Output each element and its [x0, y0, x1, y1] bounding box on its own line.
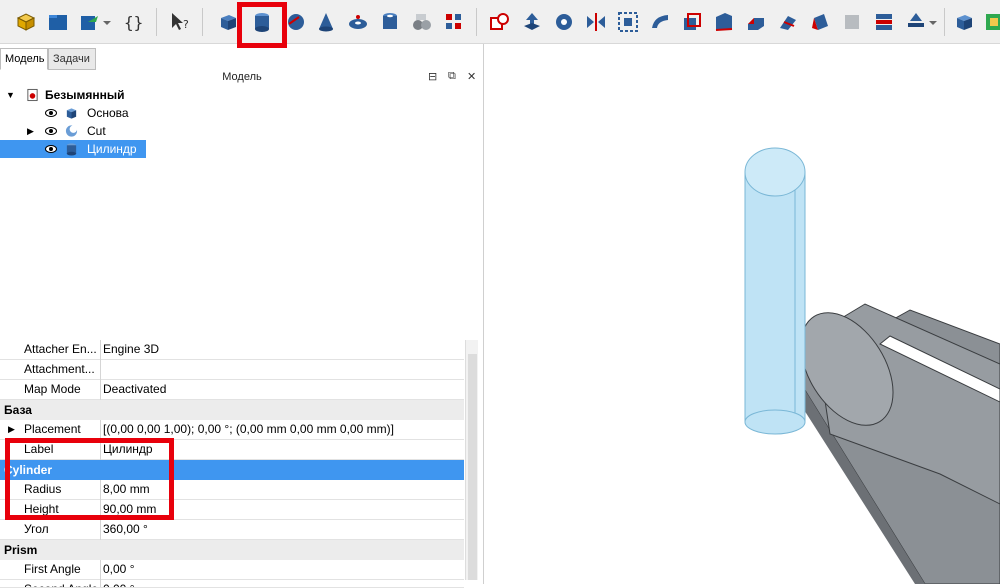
revolve-icon[interactable] — [550, 8, 578, 36]
chevron-down-icon[interactable] — [100, 8, 114, 36]
panel-title: Модель — [222, 71, 262, 83]
prop-value[interactable]: [(0,00 0,00 1,00); 0,00 °; (0,00 mm 0,00… — [103, 420, 394, 439]
cone-icon[interactable] — [312, 8, 340, 36]
tab-model[interactable]: Модель — [0, 48, 48, 70]
compound-icon[interactable] — [838, 8, 866, 36]
prop-row-first-angle[interactable]: First Angle 0,00 ° — [0, 560, 464, 580]
group-prism[interactable]: Prism — [0, 540, 464, 560]
prop-name: First Angle — [24, 562, 81, 576]
expand-arrow-icon[interactable]: ▼ — [6, 86, 15, 104]
scrollbar[interactable] — [465, 340, 478, 580]
shape-builder-icon[interactable] — [408, 8, 436, 36]
tab-tasks[interactable]: Задачи — [48, 48, 96, 70]
prop-row[interactable]: Map Mode Deactivated — [0, 380, 464, 400]
tree-item-cylinder[interactable]: Цилиндр — [0, 140, 146, 158]
tree-item-label: Основа — [87, 106, 129, 120]
undock-icon[interactable]: ⧉ — [448, 70, 456, 83]
cut-icon — [65, 125, 78, 137]
prop-name: Attachment... — [24, 362, 95, 376]
cross-sections-icon[interactable] — [806, 8, 834, 36]
tree-root[interactable]: ▼ Безымянный — [0, 86, 484, 104]
workbench-icon[interactable] — [980, 8, 1000, 36]
tree-root-label: Безымянный — [45, 88, 125, 102]
prop-name: Map Mode — [24, 382, 81, 396]
document-icon — [27, 88, 38, 102]
prop-name: Second Angle — [24, 580, 100, 587]
sweep-icon[interactable] — [742, 8, 770, 36]
macro-braces-icon[interactable]: {} — [120, 8, 148, 36]
collapsed-arrow-icon[interactable]: ▶ — [8, 420, 15, 439]
whats-this-icon[interactable]: ? — [166, 8, 194, 36]
section-icon[interactable] — [774, 8, 802, 36]
cylinder-bottom — [744, 409, 806, 435]
prop-value[interactable]: 0,00 ° — [103, 560, 135, 579]
measure-icon[interactable] — [870, 8, 898, 36]
radius-height-highlight — [5, 438, 174, 520]
cylinder-tool-highlight — [237, 2, 287, 48]
prop-row[interactable]: Attachment... — [0, 360, 464, 380]
close-icon[interactable]: ✕ — [467, 70, 476, 83]
fillet-icon[interactable] — [614, 8, 642, 36]
view-icon[interactable] — [950, 8, 978, 36]
cylinder-icon — [66, 143, 77, 156]
eye-icon[interactable] — [45, 145, 57, 153]
float-icon[interactable]: ⊟ — [428, 70, 437, 83]
box-icon — [66, 108, 77, 119]
prop-value[interactable]: Engine 3D — [103, 340, 159, 359]
3d-view[interactable] — [485, 44, 1000, 584]
scene — [744, 147, 1000, 584]
prop-row-second-angle[interactable]: Second Angle 0,00 ° — [0, 580, 464, 588]
boolean-icon[interactable] — [486, 8, 514, 36]
chamfer-icon[interactable] — [646, 8, 674, 36]
chevron-down-icon[interactable] — [926, 8, 940, 36]
prop-value[interactable]: Deactivated — [103, 380, 166, 399]
tree-item-cut[interactable]: ▶ Cut — [0, 122, 484, 140]
prop-value[interactable]: 360,00 ° — [103, 520, 148, 539]
part-icon[interactable] — [12, 8, 40, 36]
prop-row-placement[interactable]: ▶ Placement [(0,00 0,00 1,00); 0,00 °; (… — [0, 420, 464, 440]
cylinder-body[interactable] — [744, 171, 806, 423]
eye-icon[interactable] — [45, 127, 57, 135]
collapsed-arrow-icon[interactable]: ▶ — [27, 122, 34, 140]
cylinder-top — [744, 147, 806, 197]
prop-name: Attacher En... — [24, 342, 97, 356]
prop-name: Угол — [24, 522, 49, 536]
toolbar: {} ? — [0, 0, 1000, 44]
prop-row[interactable]: Attacher En... Engine 3D — [0, 340, 464, 360]
tube-icon[interactable] — [376, 8, 404, 36]
prop-name: Placement — [24, 422, 81, 436]
prop-row-angle[interactable]: Угол 360,00 ° — [0, 520, 464, 540]
tree-item-label: Cut — [87, 124, 106, 138]
mirror-icon[interactable] — [582, 8, 610, 36]
tree-item-osnova[interactable]: Основа — [0, 104, 484, 122]
extrude-icon[interactable] — [518, 8, 546, 36]
svg-text:?: ? — [183, 18, 189, 31]
offset-icon[interactable] — [678, 8, 706, 36]
torus-icon[interactable] — [344, 8, 372, 36]
open-folder-icon[interactable] — [44, 8, 72, 36]
prop-value[interactable]: 0,00 ° — [103, 580, 135, 587]
scrollbar-thumb[interactable] — [468, 354, 477, 580]
svg-text:{}: {} — [124, 13, 143, 32]
primitives-icon[interactable] — [440, 8, 468, 36]
tree-item-label: Цилиндр — [87, 142, 137, 156]
eye-icon[interactable] — [45, 109, 57, 117]
loft-icon[interactable] — [710, 8, 738, 36]
group-base[interactable]: База — [0, 400, 464, 420]
